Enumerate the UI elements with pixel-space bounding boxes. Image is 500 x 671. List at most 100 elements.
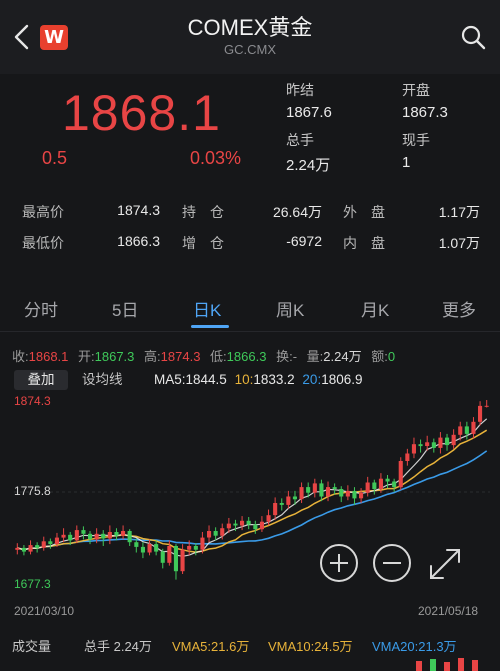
high-label: 高: <box>144 349 161 364</box>
total-volume-value: 2.24万 <box>286 157 331 174</box>
x-axis-end: 2021/05/18 <box>418 604 479 618</box>
candle-body <box>279 503 284 505</box>
quote-panel: 1868.1 0.5 0.03% 昨结 1867.6 开盘 1867.3 总手 … <box>0 74 500 186</box>
candle-body <box>147 544 152 553</box>
amount-label: 额: <box>371 349 388 364</box>
volume-title: 成交量 <box>12 639 52 654</box>
stats-grid: 最高价 1874.3 持 仓 26.64万 外 盘 1.17万 最低价 1866… <box>0 186 500 266</box>
candle-body <box>187 546 192 550</box>
candle-body <box>405 453 410 461</box>
prev-close-value: 1867.6 <box>286 104 332 121</box>
candle-body <box>94 533 99 540</box>
y-axis-min: 1677.3 <box>14 577 51 591</box>
open-label: 开盘 <box>402 82 430 98</box>
candle-body <box>167 546 172 563</box>
volume-bar-mark <box>458 658 464 671</box>
close-label: 收: <box>12 349 29 364</box>
candle-body <box>418 444 423 447</box>
price-change: 0.5 <box>42 148 68 168</box>
y-axis-mid: 1775.8 <box>14 484 51 498</box>
candle-body <box>246 520 251 525</box>
ma5-label: MA5: <box>154 372 186 387</box>
ma10-label: 10: <box>234 372 254 387</box>
candle-body <box>200 537 205 550</box>
candle-body <box>365 482 370 493</box>
candle-body <box>180 549 185 572</box>
candle-body <box>28 545 33 552</box>
ticker-code: GC.CMX <box>224 42 276 57</box>
candle-body <box>160 551 165 563</box>
candle-body <box>319 483 324 497</box>
fullscreen-icon[interactable] <box>425 544 465 584</box>
candle-body <box>114 532 119 536</box>
candle-body <box>378 478 383 489</box>
inner-label: 内 盘 <box>343 235 385 251</box>
vma20: VMA20:21.3万 <box>372 639 457 654</box>
tab-monthly-k[interactable]: 月K <box>361 296 389 321</box>
candle-body <box>312 483 317 493</box>
zoom-out-button[interactable] <box>373 544 411 582</box>
overlay-button[interactable]: 叠加 <box>14 370 68 390</box>
candle-body <box>101 533 106 539</box>
minus-icon <box>383 562 401 564</box>
candle-body <box>134 542 139 547</box>
set-ma-button[interactable]: 设均线 <box>82 370 123 390</box>
candle-body <box>306 487 311 493</box>
tab-more[interactable]: 更多 <box>442 296 476 321</box>
kline-svg <box>14 400 490 580</box>
volume-bar-mark <box>430 659 436 671</box>
candle-body <box>392 481 397 488</box>
candle-body <box>233 523 238 526</box>
y-axis-max: 1874.3 <box>14 394 51 408</box>
current-volume-value: 1 <box>402 154 411 171</box>
candle-body <box>259 521 264 530</box>
kline-chart[interactable]: 1874.3 1775.8 1677.3 2021/03/10 2021/05/… <box>0 392 500 618</box>
candle-body <box>226 523 231 529</box>
candle-body <box>193 546 198 550</box>
active-tab-indicator <box>191 325 229 328</box>
inner-value: 1.07万 <box>438 235 480 251</box>
top-bar: W COMEX黄金 GC.CMX <box>0 0 500 74</box>
candle-body <box>48 541 53 545</box>
candle-body <box>107 532 112 539</box>
ma10-line <box>17 429 488 553</box>
x-axis-start: 2021/03/10 <box>14 604 75 618</box>
close-value: 1868.1 <box>28 349 69 364</box>
candle-body <box>451 434 456 446</box>
candle-body <box>445 437 450 446</box>
candle-body <box>35 545 40 548</box>
volume-bar-mark <box>444 662 450 671</box>
turnover-value: - <box>292 349 298 364</box>
ma20-label: 20: <box>302 372 322 387</box>
zoom-in-button[interactable] <box>320 544 358 582</box>
tab-daily-k[interactable]: 日K <box>193 296 221 321</box>
ma5-value: 1844.5 <box>185 372 227 387</box>
low-label: 低: <box>210 349 227 364</box>
volume-total: 总手 2.24万 <box>84 639 152 654</box>
candle-body <box>21 547 26 552</box>
candle-body <box>173 546 178 572</box>
tab-weekly-k[interactable]: 周K <box>276 296 304 321</box>
candle-body <box>207 531 212 538</box>
candle-body <box>240 520 245 526</box>
candle-body <box>81 530 86 534</box>
candle-body <box>292 496 297 500</box>
candle-body <box>15 547 20 550</box>
candle-body <box>425 442 430 446</box>
candle-body <box>385 478 390 482</box>
search-icon[interactable] <box>460 24 486 50</box>
candle-body <box>88 533 93 540</box>
candle-body <box>464 426 469 434</box>
ma-values: MA5:1844.5 10:1833.2 20:1806.9 <box>154 370 363 390</box>
turnover-label: 换: <box>276 349 293 364</box>
tab-5day[interactable]: 5日 <box>112 296 138 321</box>
open-value: 1867.3 <box>94 349 135 364</box>
amount-value: 0 <box>387 349 396 364</box>
candle-body <box>266 515 271 522</box>
candle-body <box>253 524 258 530</box>
low-label: 最低价 <box>22 235 64 251</box>
candle-body <box>286 496 291 505</box>
tab-intraday[interactable]: 分时 <box>24 296 58 321</box>
candle-body <box>68 534 73 541</box>
candle-body <box>74 530 79 541</box>
